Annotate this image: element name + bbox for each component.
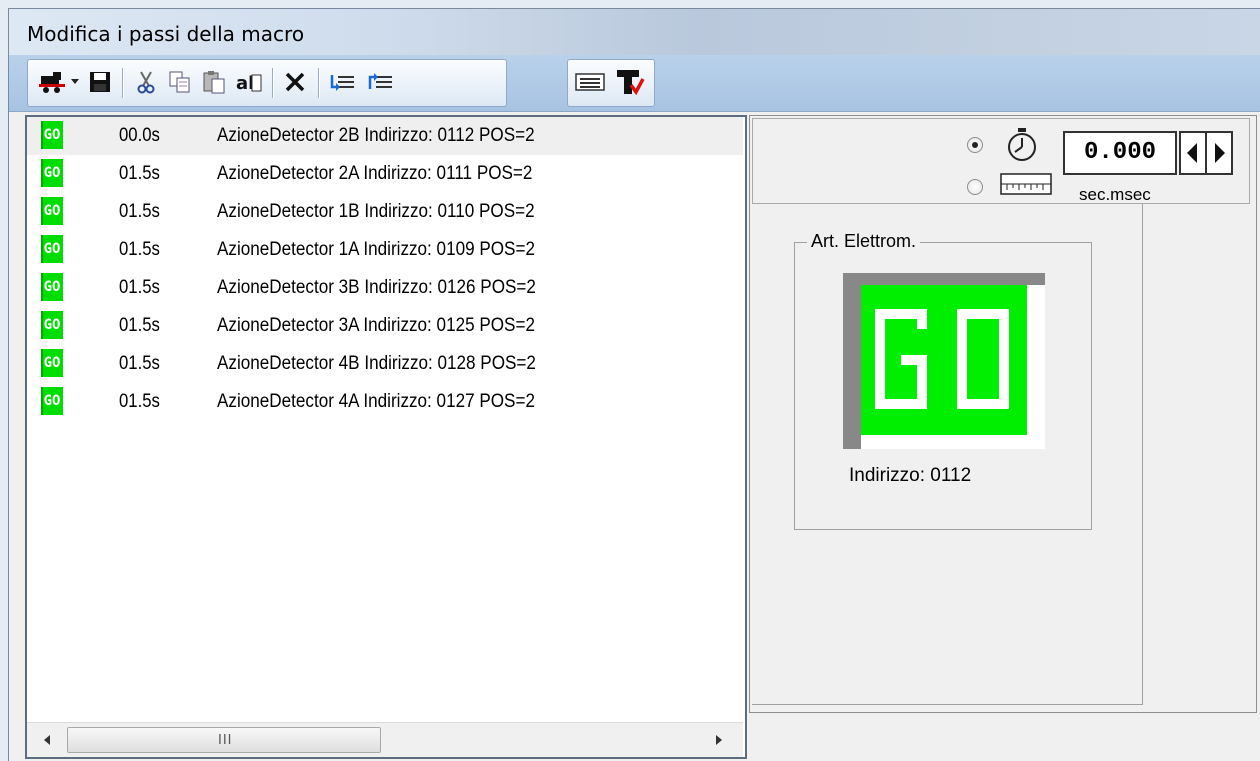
list-item[interactable]: GO 01.5s AzioneDetector 4A Indirizzo: 0127…	[27, 383, 743, 421]
title-bar[interactable]: Modifica i passi della macro	[9, 9, 1260, 55]
scrollbar-thumb[interactable]: III	[67, 727, 381, 753]
list-item[interactable]: GO 01.5s AzioneDetector 1B Indirizzo: 0110…	[27, 193, 743, 231]
go-icon: GO	[41, 121, 63, 149]
toolbar-separator	[122, 68, 124, 98]
main-toolbar: ab	[27, 59, 507, 107]
list-item[interactable]: GO 01.5s AzioneDetector 3A Indirizzo: 0125…	[27, 307, 743, 345]
locomotive-icon[interactable]	[38, 66, 68, 98]
decrement-button[interactable]	[1179, 131, 1207, 175]
paste-special-icon[interactable]: ab	[234, 66, 264, 98]
step-description: AzioneDetector 4B Indirizzo: 0128 POS=2	[217, 353, 536, 374]
stopwatch-icon	[1005, 127, 1039, 168]
scroll-right-arrow-icon[interactable]	[709, 731, 727, 749]
text-edit-icon[interactable]	[612, 66, 648, 98]
delete-icon[interactable]	[280, 66, 310, 98]
toolbar-separator	[318, 68, 320, 98]
increment-button[interactable]	[1205, 131, 1233, 175]
step-description: AzioneDetector 2B Indirizzo: 0112 POS=2	[217, 125, 535, 146]
list-item[interactable]: GO 01.5s AzioneDetector 2A Indirizzo: 0111…	[27, 155, 743, 193]
window-title: Modifica i passi della macro	[27, 22, 305, 46]
step-description: AzioneDetector 4A Indirizzo: 0127 POS=2	[217, 391, 535, 412]
step-time: 00.0s	[119, 125, 160, 146]
list-item[interactable]: GO 00.0s AzioneDetector 2B Indirizzo: 0112…	[27, 117, 743, 155]
list-item[interactable]: GO 01.5s AzioneDetector 4B Indirizzo: 0128…	[27, 345, 743, 383]
go-icon: GO	[41, 311, 63, 339]
dropdown-arrow-icon[interactable]	[70, 66, 80, 98]
step-description: AzioneDetector 2A Indirizzo: 0111 POS=2	[217, 163, 533, 184]
list-item[interactable]: GO 01.5s AzioneDetector 3B Indirizzo: 0126…	[27, 269, 743, 307]
step-description: AzioneDetector 3A Indirizzo: 0125 POS=2	[217, 315, 535, 336]
macro-steps-list[interactable]: GO 00.0s AzioneDetector 2B Indirizzo: 0112…	[25, 115, 747, 759]
copy-icon[interactable]	[166, 66, 194, 98]
step-description: AzioneDetector 1A Indirizzo: 0109 POS=2	[217, 239, 535, 260]
go-icon: GO	[41, 197, 63, 225]
time-units-label: sec.msec	[1079, 185, 1151, 204]
step-description: AzioneDetector 1B Indirizzo: 0110 POS=2	[217, 201, 535, 222]
ruler-mode-radio[interactable]	[967, 179, 983, 195]
step-time: 01.5s	[119, 315, 160, 336]
toolbar-separator	[272, 68, 274, 98]
time-value-field[interactable]: 0.000	[1063, 131, 1177, 175]
macro-editor-window: Modifica i passi della macro ab GO 00.0s…	[8, 8, 1260, 761]
stopwatch-mode-radio[interactable]	[967, 137, 983, 153]
go-preview-icon	[861, 285, 1027, 435]
go-icon: GO	[41, 235, 63, 263]
paste-icon[interactable]	[200, 66, 228, 98]
keyboard-icon[interactable]	[572, 66, 608, 98]
ruler-icon	[999, 171, 1053, 202]
toolbar-band: ab	[9, 55, 1260, 112]
art-elettrom-group: Art. Elettrom. Indirizzo: 0112	[794, 231, 1092, 530]
go-icon: GO	[41, 387, 63, 415]
go-icon: GO	[41, 273, 63, 301]
address-label: Indirizzo: 0112	[849, 465, 972, 486]
secondary-toolbar	[567, 59, 655, 107]
step-detail-pane: 0.000 sec.msec Art. Elettrom. Indirizzo:…	[749, 115, 1257, 713]
save-icon[interactable]	[86, 66, 114, 98]
go-icon: GO	[41, 159, 63, 187]
group-label: Art. Elettrom.	[807, 231, 921, 252]
cut-icon[interactable]	[132, 66, 160, 98]
move-up-icon[interactable]	[364, 66, 396, 98]
step-description: AzioneDetector 3B Indirizzo: 0126 POS=2	[217, 277, 536, 298]
step-time: 01.5s	[119, 277, 160, 298]
grip-icon: III	[218, 733, 233, 748]
step-time: 01.5s	[119, 391, 160, 412]
list-item[interactable]: GO 01.5s AzioneDetector 1A Indirizzo: 0109…	[27, 231, 743, 269]
step-time: 01.5s	[119, 239, 160, 260]
step-time: 01.5s	[119, 163, 160, 184]
step-time: 01.5s	[119, 353, 160, 374]
step-time: 01.5s	[119, 201, 160, 222]
move-down-icon[interactable]	[326, 66, 358, 98]
horizontal-scrollbar[interactable]: III	[27, 722, 743, 757]
scroll-left-arrow-icon[interactable]	[39, 731, 57, 749]
go-icon: GO	[41, 349, 63, 377]
go-preview-image	[843, 273, 1045, 449]
timing-panel: 0.000 sec.msec	[752, 118, 1250, 204]
